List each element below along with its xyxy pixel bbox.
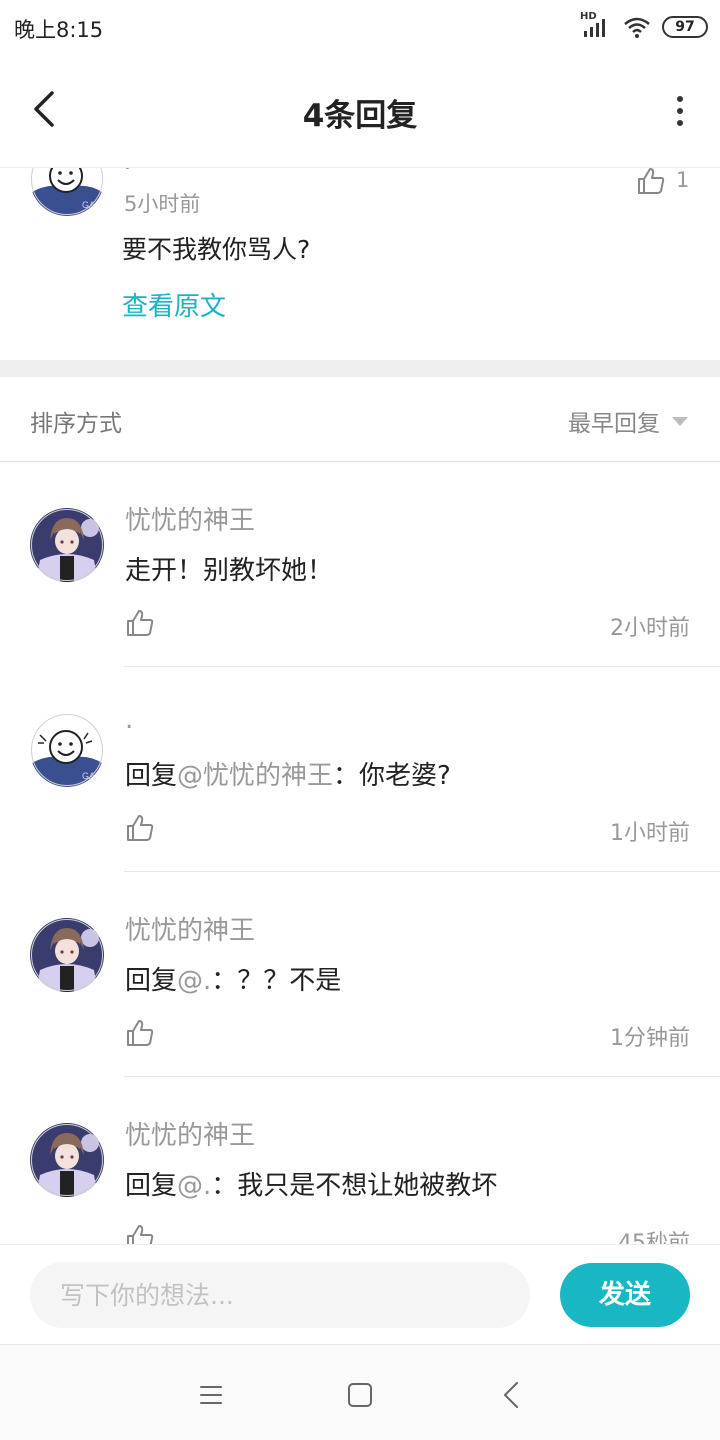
reply-text: 走开！别教坏她！ [125, 550, 333, 587]
reply-prefix: 回复 [125, 966, 178, 996]
menu-icon[interactable] [191, 1375, 231, 1415]
reply-body: ：你老婆? [333, 761, 451, 791]
sort-bar: 排序方式 最早回复 [0, 377, 720, 462]
avatar[interactable] [30, 918, 104, 992]
reply-author[interactable]: 忧忧的神王 [125, 1115, 255, 1152]
reply-item: GAP . 回复@忧忧的神王：你老婆? 1小时前 [0, 667, 720, 872]
thumbs-up-icon[interactable] [125, 1018, 155, 1048]
reply-body: 走开！别教坏她！ [125, 556, 334, 586]
reply-body: ：？？不是 [211, 966, 342, 996]
thumbs-up-icon[interactable] [125, 1223, 155, 1244]
sort-value: 最早回复 [568, 411, 660, 437]
avatar[interactable] [30, 1123, 104, 1197]
reply-time: 2小时前 [610, 616, 690, 641]
signal-icon: HD [580, 11, 612, 39]
comment-text: 要不我教你骂人? [122, 235, 311, 264]
comment-time: 5小时前 [124, 192, 201, 216]
network-type-label: HD [580, 11, 597, 22]
comment-author: · [124, 168, 131, 181]
reply-prefix: 回复 [125, 761, 178, 791]
thumbs-up-icon[interactable] [125, 608, 155, 638]
reply-item: 忧忧的神王 回复@.：我只是不想让她被教坏 45秒前 [0, 1077, 720, 1244]
wifi-icon [622, 15, 652, 39]
reply-author[interactable]: 忧忧的神王 [125, 910, 255, 947]
reply-mention[interactable]: @. [177, 966, 211, 996]
reply-text: 回复@.：我只是不想让她被教坏 [125, 1165, 497, 1202]
reply-body: ：我只是不想让她被教坏 [211, 1171, 498, 1201]
sort-dropdown[interactable]: 最早回复 [568, 404, 688, 438]
avatar[interactable]: GAP [30, 713, 104, 787]
reply-time: 1分钟前 [610, 1026, 690, 1051]
thumbs-up-icon[interactable] [636, 168, 666, 196]
view-original-link[interactable]: 查看原文 [122, 286, 226, 323]
comment-input[interactable] [30, 1262, 530, 1328]
home-icon[interactable] [340, 1375, 380, 1415]
top-bar: 4条回复 [0, 56, 720, 168]
more-vertical-icon[interactable] [668, 88, 692, 134]
reply-text: 回复@.：？？不是 [125, 960, 341, 997]
thumbs-up-icon[interactable] [125, 813, 155, 843]
section-gap [0, 360, 720, 377]
status-icons: HD 97 [580, 11, 708, 40]
send-button[interactable]: 发送 [560, 1263, 690, 1327]
reply-scroll-area[interactable]: GAP · 5小时前 要不我教你骂人? 查看原文 1 排序方式 最早回复 忧忧的… [0, 168, 720, 1244]
reply-mention[interactable]: @忧忧的神王 [177, 761, 333, 791]
original-comment: GAP · 5小时前 要不我教你骂人? 查看原文 1 [0, 168, 720, 360]
reply-item: 忧忧的神王 走开！别教坏她！ 2小时前 [0, 462, 720, 667]
sort-label: 排序方式 [30, 411, 122, 437]
like-count: 1 [676, 168, 690, 192]
back-icon[interactable] [492, 1375, 532, 1415]
reply-author[interactable]: 忧忧的神王 [125, 500, 255, 537]
status-bar: 晚上8:15 HD 97 [0, 0, 720, 56]
dropdown-arrow-icon [672, 416, 688, 426]
battery-icon: 97 [662, 16, 708, 38]
system-nav-bar [0, 1344, 720, 1440]
reply-mention[interactable]: @. [177, 1171, 211, 1201]
avatar[interactable]: GAP [30, 168, 104, 216]
reply-time: 45秒前 [618, 1231, 690, 1244]
page-title: 4条回复 [302, 98, 418, 134]
reply-time: 1小时前 [610, 821, 690, 846]
reply-author[interactable]: . [125, 705, 133, 735]
reply-prefix: 回复 [125, 1171, 178, 1201]
status-time: 晚上8:15 [14, 18, 104, 42]
comment-composer: 发送 [0, 1244, 720, 1344]
reply-item: 忧忧的神王 回复@.：？？不是 1分钟前 [0, 872, 720, 1077]
avatar[interactable] [30, 508, 104, 582]
reply-text: 回复@忧忧的神王：你老婆? [125, 755, 451, 792]
